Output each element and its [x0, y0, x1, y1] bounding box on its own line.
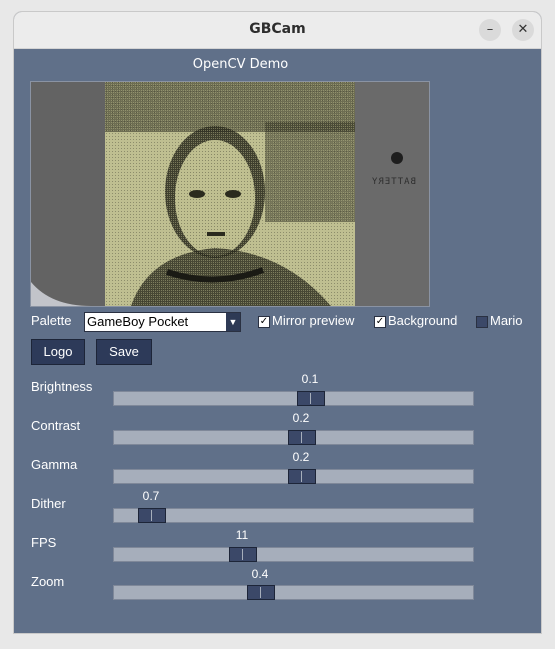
minimize-button[interactable]: –	[479, 19, 501, 41]
page-subtitle: OpenCV Demo	[192, 57, 289, 72]
app-window: GBCam – ✕ OpenCV Demo BATTERY Palette Ga…	[14, 12, 541, 633]
contrast-value: 0.2	[292, 411, 310, 425]
camera-image	[31, 82, 429, 306]
battery-label: BATTERY	[371, 177, 416, 187]
dither-label: Dither	[31, 496, 66, 511]
mirror-preview-label: Mirror preview	[272, 313, 355, 328]
title-bar[interactable]: GBCam – ✕	[14, 12, 541, 49]
logo-button[interactable]: Logo	[31, 339, 85, 365]
contrast-slider-handle[interactable]	[288, 430, 316, 445]
fps-label: FPS	[31, 535, 57, 550]
dither-slider[interactable]	[113, 508, 474, 523]
zoom-value: 0.4	[251, 567, 269, 581]
gamma-slider-handle[interactable]	[288, 469, 316, 484]
brightness-label: Brightness	[31, 379, 93, 394]
palette-value: GameBoy Pocket	[87, 314, 189, 329]
fps-slider-handle[interactable]	[229, 547, 257, 562]
window-title: GBCam	[249, 21, 306, 37]
fps-value: 11	[235, 528, 249, 542]
mirror-preview-checkbox[interactable]: ✓	[258, 316, 270, 328]
brightness-value: 0.1	[301, 372, 319, 386]
close-icon: ✕	[517, 22, 529, 37]
gamma-slider[interactable]	[113, 469, 474, 484]
mario-checkbox[interactable]	[476, 316, 488, 328]
contrast-slider[interactable]	[113, 430, 474, 445]
gamma-value: 0.2	[292, 450, 310, 464]
chevron-down-icon[interactable]: ▼	[226, 313, 240, 331]
zoom-slider[interactable]	[113, 585, 474, 600]
zoom-label: Zoom	[31, 574, 65, 589]
background-checkbox[interactable]: ✓	[374, 316, 386, 328]
minimize-icon: –	[486, 22, 494, 37]
contrast-label: Contrast	[31, 418, 81, 433]
background-label: Background	[388, 313, 458, 328]
close-button[interactable]: ✕	[512, 19, 534, 41]
gamma-label: Gamma	[31, 457, 78, 472]
save-button[interactable]: Save	[96, 339, 152, 365]
dither-slider-handle[interactable]	[138, 508, 166, 523]
fps-slider[interactable]	[113, 547, 474, 562]
camera-preview: BATTERY	[30, 81, 430, 307]
palette-label: Palette	[31, 313, 72, 328]
lens-icon	[391, 152, 403, 164]
zoom-slider-handle[interactable]	[247, 585, 275, 600]
brightness-slider-handle[interactable]	[297, 391, 325, 406]
palette-select[interactable]: GameBoy Pocket ▼	[84, 312, 241, 332]
dither-value: 0.7	[142, 489, 160, 503]
brightness-slider[interactable]	[113, 391, 474, 406]
mario-label: Mario	[490, 313, 523, 328]
